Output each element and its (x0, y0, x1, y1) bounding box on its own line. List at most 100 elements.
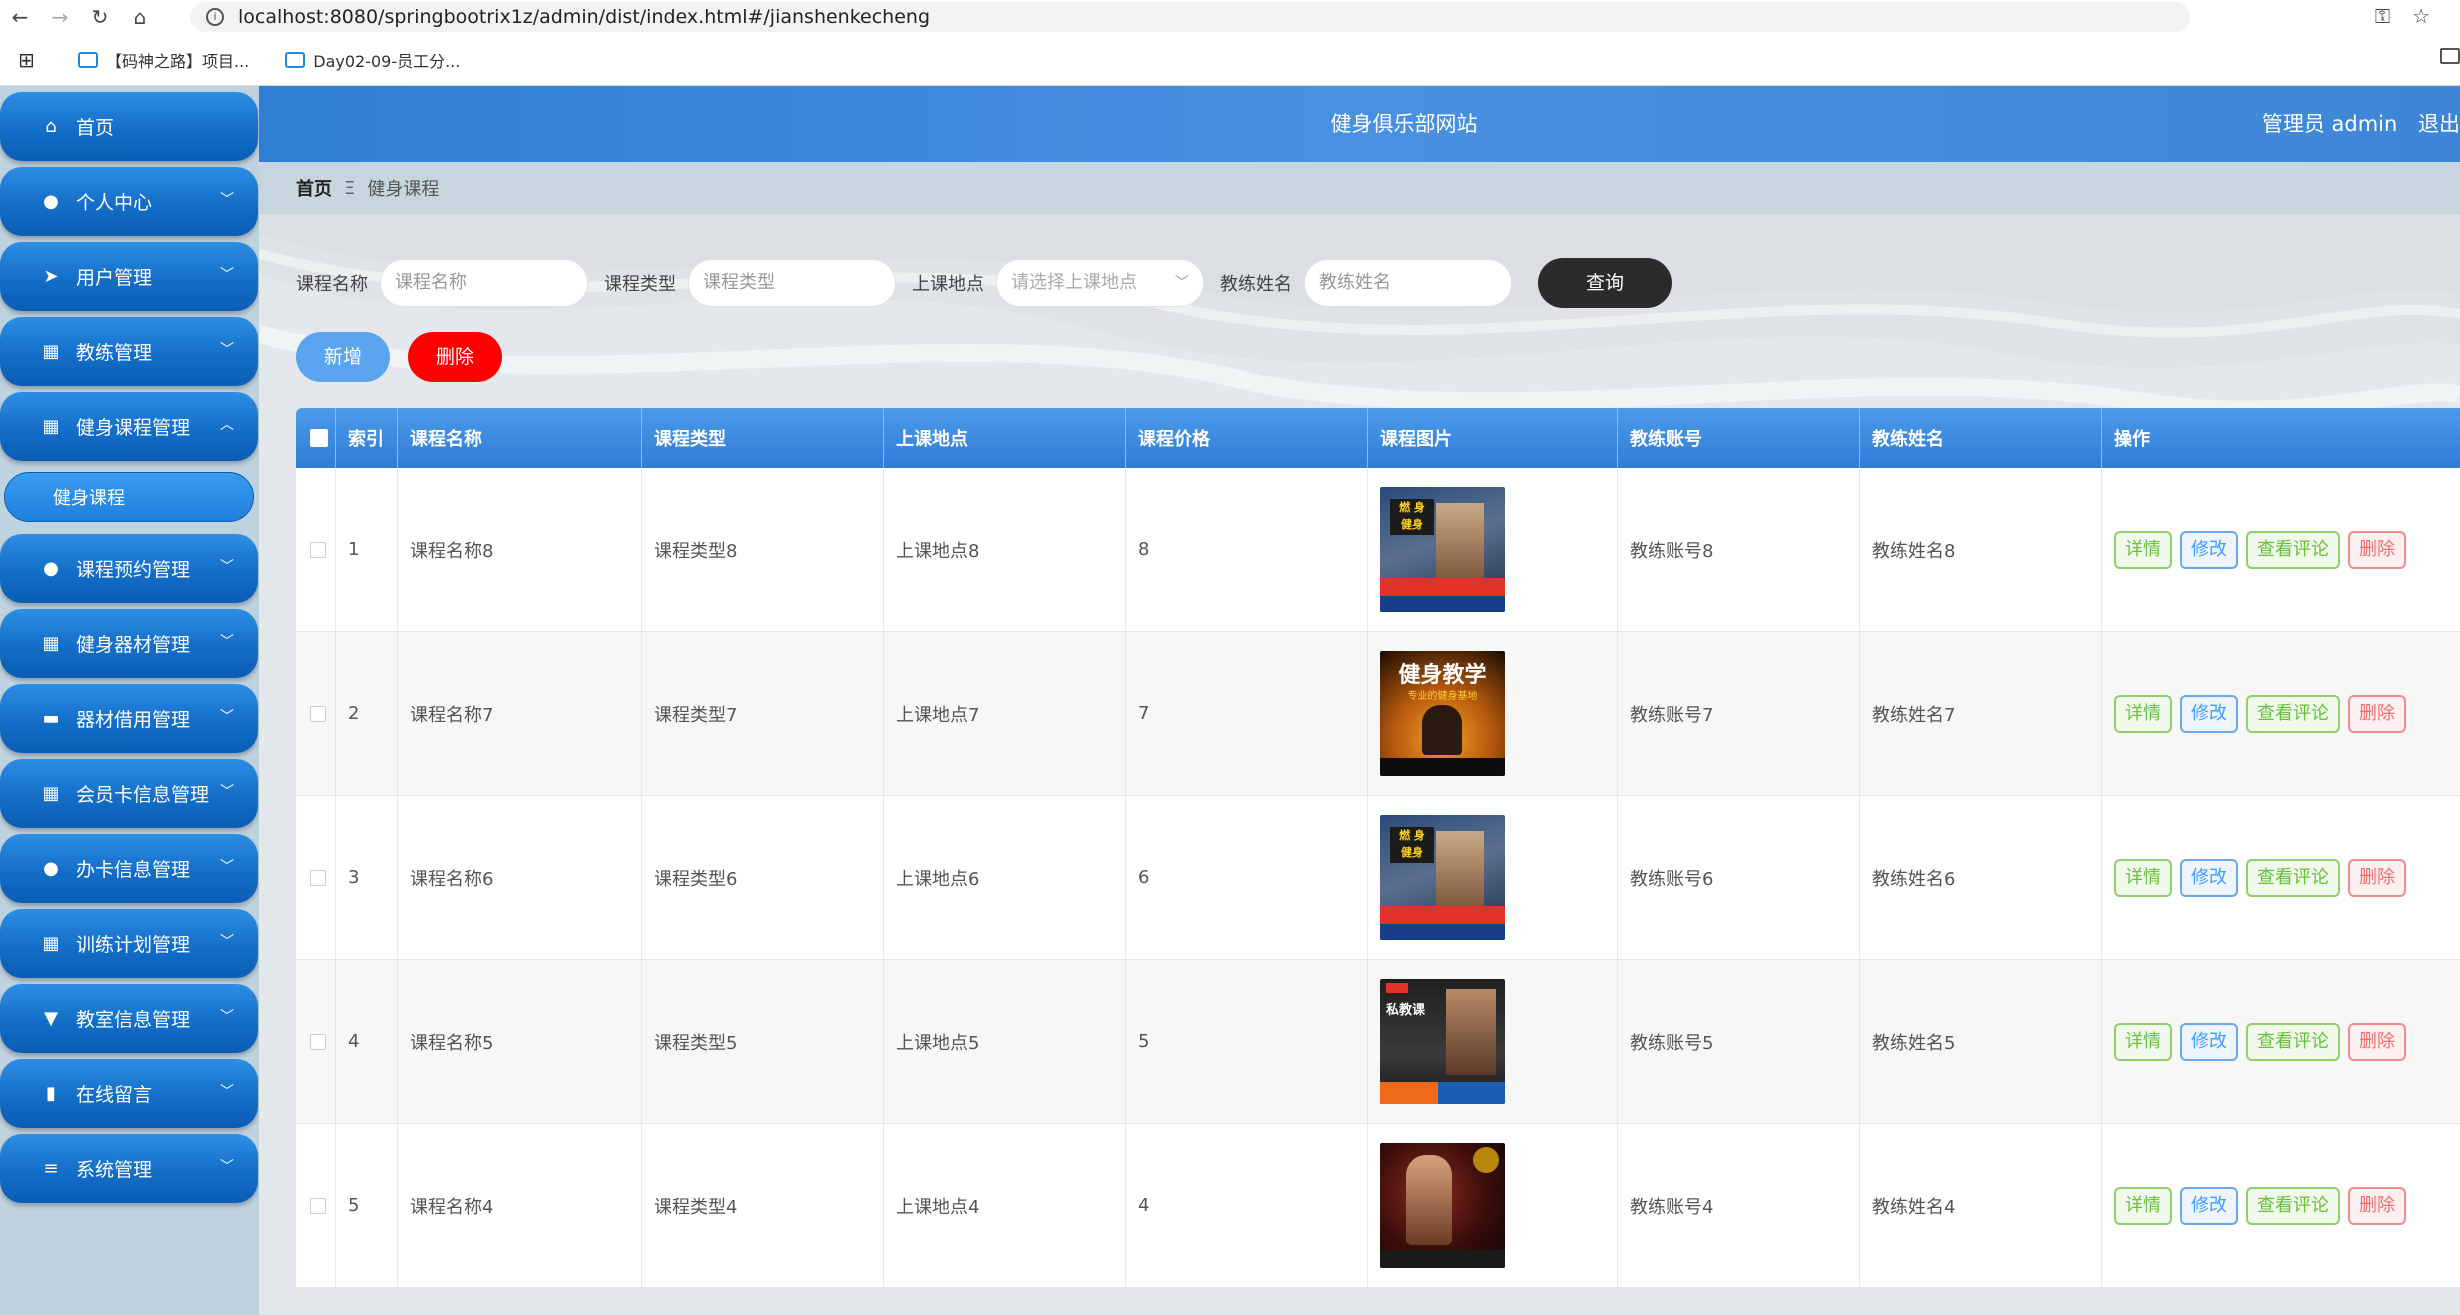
row-checkbox[interactable] (310, 705, 326, 722)
grid-icon: ▦ (42, 933, 60, 954)
sidebar-item-courses[interactable]: ▦ 健身课程管理 ︿ (0, 392, 258, 461)
sidebar-item-borrow[interactable]: ▬ 器材借用管理 ﹀ (0, 684, 258, 753)
top-header: 健身俱乐部网站 管理员 admin 退出 (259, 86, 2460, 162)
user-icon: ● (43, 558, 59, 579)
course-image[interactable]: 燃 身健身 (1380, 487, 1505, 612)
bookmark-item[interactable]: 【码神之路】项目... (78, 48, 249, 72)
reload-icon[interactable]: ↻ (80, 5, 120, 29)
back-icon[interactable]: ← (0, 5, 40, 29)
chart-icon: ▮ (46, 1083, 56, 1104)
sidebar-item-card-apply[interactable]: ● 办卡信息管理 ﹀ (0, 834, 258, 903)
sidebar-item-coaches[interactable]: ▦ 教练管理 ﹀ (0, 317, 258, 386)
cell-actions: 详情 修改 查看评论 删除 (2102, 1124, 2460, 1287)
row-checkbox[interactable] (310, 541, 326, 558)
view-comments-button[interactable]: 查看评论 (2246, 1022, 2340, 1061)
row-checkbox[interactable] (310, 1033, 326, 1050)
batch-delete-button[interactable]: 删除 (408, 332, 502, 382)
cell-place: 上课地点5 (884, 960, 1126, 1123)
row-checkbox[interactable] (310, 869, 326, 886)
sidebar-item-home[interactable]: ⌂ 首页 (0, 92, 258, 161)
row-delete-button[interactable]: 删除 (2348, 1186, 2406, 1225)
add-button[interactable]: 新增 (296, 332, 390, 382)
home-icon: ⌂ (45, 116, 57, 137)
course-image[interactable]: 私教课 (1380, 979, 1505, 1104)
course-image[interactable]: 燃 身健身 (1380, 815, 1505, 940)
view-comments-button[interactable]: 查看评论 (2246, 694, 2340, 733)
sidebar-item-booking[interactable]: ● 课程预约管理 ﹀ (0, 534, 258, 603)
header-place: 上课地点 (884, 408, 1126, 468)
sidebar-item-messages[interactable]: ▮ 在线留言 ﹀ (0, 1059, 258, 1128)
coach-name-input[interactable]: 教练姓名 (1304, 259, 1512, 307)
bookmark-label: Day02-09-员工分... (313, 51, 461, 71)
apps-icon[interactable]: ⊞ (18, 48, 42, 72)
sidebar-item-users[interactable]: ➤ 用户管理 ﹀ (0, 242, 258, 311)
sidebar-item-label: 在线留言 (76, 1084, 153, 1106)
query-button[interactable]: 查询 (1538, 258, 1672, 308)
view-comments-button[interactable]: 查看评论 (2246, 858, 2340, 897)
row-delete-button[interactable]: 删除 (2348, 858, 2406, 897)
sidebar-item-training[interactable]: ▦ 训练计划管理 ﹀ (0, 909, 258, 978)
sidebar-item-label: 系统管理 (76, 1159, 153, 1181)
header-actions: 操作 (2114, 429, 2150, 450)
header-coach-name: 教练姓名 (1860, 408, 2102, 468)
detail-button[interactable]: 详情 (2114, 1186, 2172, 1225)
row-select-cell (296, 796, 336, 959)
row-select-cell (296, 468, 336, 631)
header-image: 课程图片 (1368, 408, 1618, 468)
table-row: 1 课程名称8 课程类型8 上课地点8 8 燃 身健身 教练账号8 教练姓名8 详情 修改 查看评论… (296, 468, 2460, 632)
edit-button[interactable]: 修改 (2180, 1022, 2238, 1061)
view-comments-button[interactable]: 查看评论 (2246, 1186, 2340, 1225)
cell-type: 课程类型4 (642, 1124, 884, 1287)
user-icon: ● (43, 191, 59, 212)
header-type: 课程类型 (642, 408, 884, 468)
edit-button[interactable]: 修改 (2180, 858, 2238, 897)
edit-button[interactable]: 修改 (2180, 530, 2238, 569)
breadcrumb-home[interactable]: 首页 (296, 175, 332, 201)
logout-link[interactable]: 退出 (2418, 112, 2460, 136)
cell-coach-account: 教练账号8 (1618, 468, 1860, 631)
sidebar-item-classroom[interactable]: ▼ 教室信息管理 ﹀ (0, 984, 258, 1053)
grid-icon: ▦ (42, 341, 60, 362)
row-delete-button[interactable]: 删除 (2348, 694, 2406, 733)
detail-button[interactable]: 详情 (2114, 858, 2172, 897)
course-type-input[interactable]: 课程类型 (688, 259, 896, 307)
send-icon: ➤ (43, 266, 59, 287)
cell-type: 课程类型5 (642, 960, 884, 1123)
grid-icon: ▦ (42, 633, 60, 654)
course-name-input[interactable]: 课程名称 (380, 259, 588, 307)
course-image[interactable] (1380, 1143, 1505, 1268)
select-all-checkbox[interactable] (310, 429, 328, 447)
sidebar-subitem-course[interactable]: 健身课程 (4, 472, 254, 522)
cell-image (1368, 1124, 1618, 1287)
course-image[interactable]: 健身教学 专业的健身基地 (1380, 651, 1505, 776)
detail-button[interactable]: 详情 (2114, 694, 2172, 733)
bookmark-item[interactable]: Day02-09-员工分... (285, 48, 460, 72)
sidebar-item-profile[interactable]: ● 个人中心 ﹀ (0, 167, 258, 236)
edit-button[interactable]: 修改 (2180, 1186, 2238, 1225)
grid-icon: ▦ (42, 416, 60, 437)
star-icon[interactable]: ☆ (2412, 4, 2430, 28)
home-browser-icon[interactable]: ⌂ (120, 5, 160, 29)
search-bar: 课程名称 课程名称 课程类型 课程类型 上课地点 请选择上课地点 ﹀ 教练姓名 … (296, 258, 1672, 308)
sidebar-item-membership[interactable]: ▦ 会员卡信息管理 ﹀ (0, 759, 258, 828)
detail-button[interactable]: 详情 (2114, 530, 2172, 569)
place-select[interactable]: 请选择上课地点 ﹀ (996, 259, 1204, 307)
view-comments-button[interactable]: 查看评论 (2246, 530, 2340, 569)
table-row: 5 课程名称4 课程类型4 上课地点4 4 教练账号4 教练姓名4 详情 修改 查看评论 删除 (296, 1124, 2460, 1288)
forward-icon[interactable]: → (40, 5, 80, 29)
row-checkbox[interactable] (310, 1197, 326, 1214)
edit-button[interactable]: 修改 (2180, 694, 2238, 733)
folder-icon[interactable] (2440, 48, 2460, 64)
key-icon[interactable]: ⚿ (2375, 4, 2390, 28)
row-delete-button[interactable]: 删除 (2348, 530, 2406, 569)
row-delete-button[interactable]: 删除 (2348, 1022, 2406, 1061)
detail-button[interactable]: 详情 (2114, 1022, 2172, 1061)
address-bar[interactable]: i localhost:8080/springbootrix1z/admin/d… (190, 2, 2190, 32)
cell-actions: 详情 修改 查看评论 删除 (2102, 960, 2460, 1123)
sidebar-item-system[interactable]: ≡ 系统管理 ﹀ (0, 1134, 258, 1203)
cell-name: 课程名称6 (398, 796, 642, 959)
sidebar-item-equipment[interactable]: ▦ 健身器材管理 ﹀ (0, 609, 258, 678)
cell-name: 课程名称4 (398, 1124, 642, 1287)
info-icon[interactable]: i (206, 8, 224, 26)
sidebar-item-label: 会员卡信息管理 (76, 784, 210, 806)
